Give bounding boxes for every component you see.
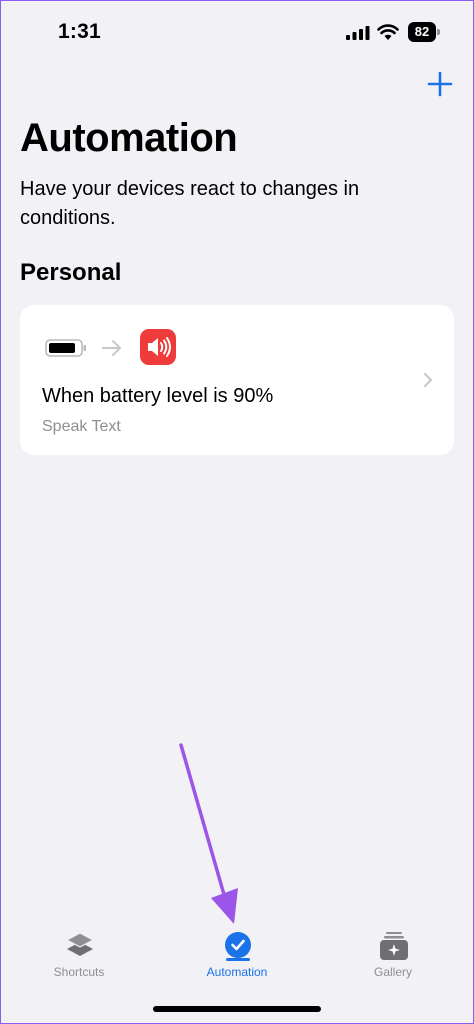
- status-bar: 1:31 82: [0, 0, 474, 64]
- tab-label-automation: Automation: [206, 965, 268, 979]
- automation-title: When battery level is 90%: [42, 385, 274, 407]
- status-time: 1:31: [58, 20, 101, 43]
- arrow-right-icon: [102, 340, 121, 356]
- automation-action: Speak Text: [42, 418, 121, 435]
- layers-icon: [65, 932, 95, 956]
- section-title-personal: Personal: [20, 259, 122, 286]
- gallery-stack-icon: [380, 932, 408, 960]
- home-indicator[interactable]: [153, 1006, 321, 1012]
- battery-icon: [45, 339, 86, 357]
- cellular-signal-icon: [346, 26, 370, 40]
- tab-label-shortcuts: Shortcuts: [53, 965, 105, 979]
- wifi-icon: [377, 24, 399, 40]
- checkmark-circle-icon: [225, 932, 251, 961]
- tab-label-gallery: Gallery: [373, 965, 412, 979]
- tab-shortcuts[interactable]: Shortcuts: [9, 920, 149, 990]
- tab-gallery[interactable]: Gallery: [323, 920, 463, 990]
- chevron-right-icon: [424, 373, 432, 387]
- automation-card[interactable]: When battery level is 90% Speak Text: [20, 305, 454, 455]
- page-subtitle: Have your devices react to changes in co…: [20, 178, 360, 229]
- speaker-icon: [140, 329, 176, 365]
- tab-automation[interactable]: Automation: [167, 920, 307, 990]
- battery-cap: [437, 29, 440, 35]
- page-title: Automation: [20, 116, 238, 160]
- add-automation-button[interactable]: [425, 69, 455, 99]
- battery-percentage: 82: [408, 22, 436, 42]
- battery-status-icon: 82: [408, 22, 440, 42]
